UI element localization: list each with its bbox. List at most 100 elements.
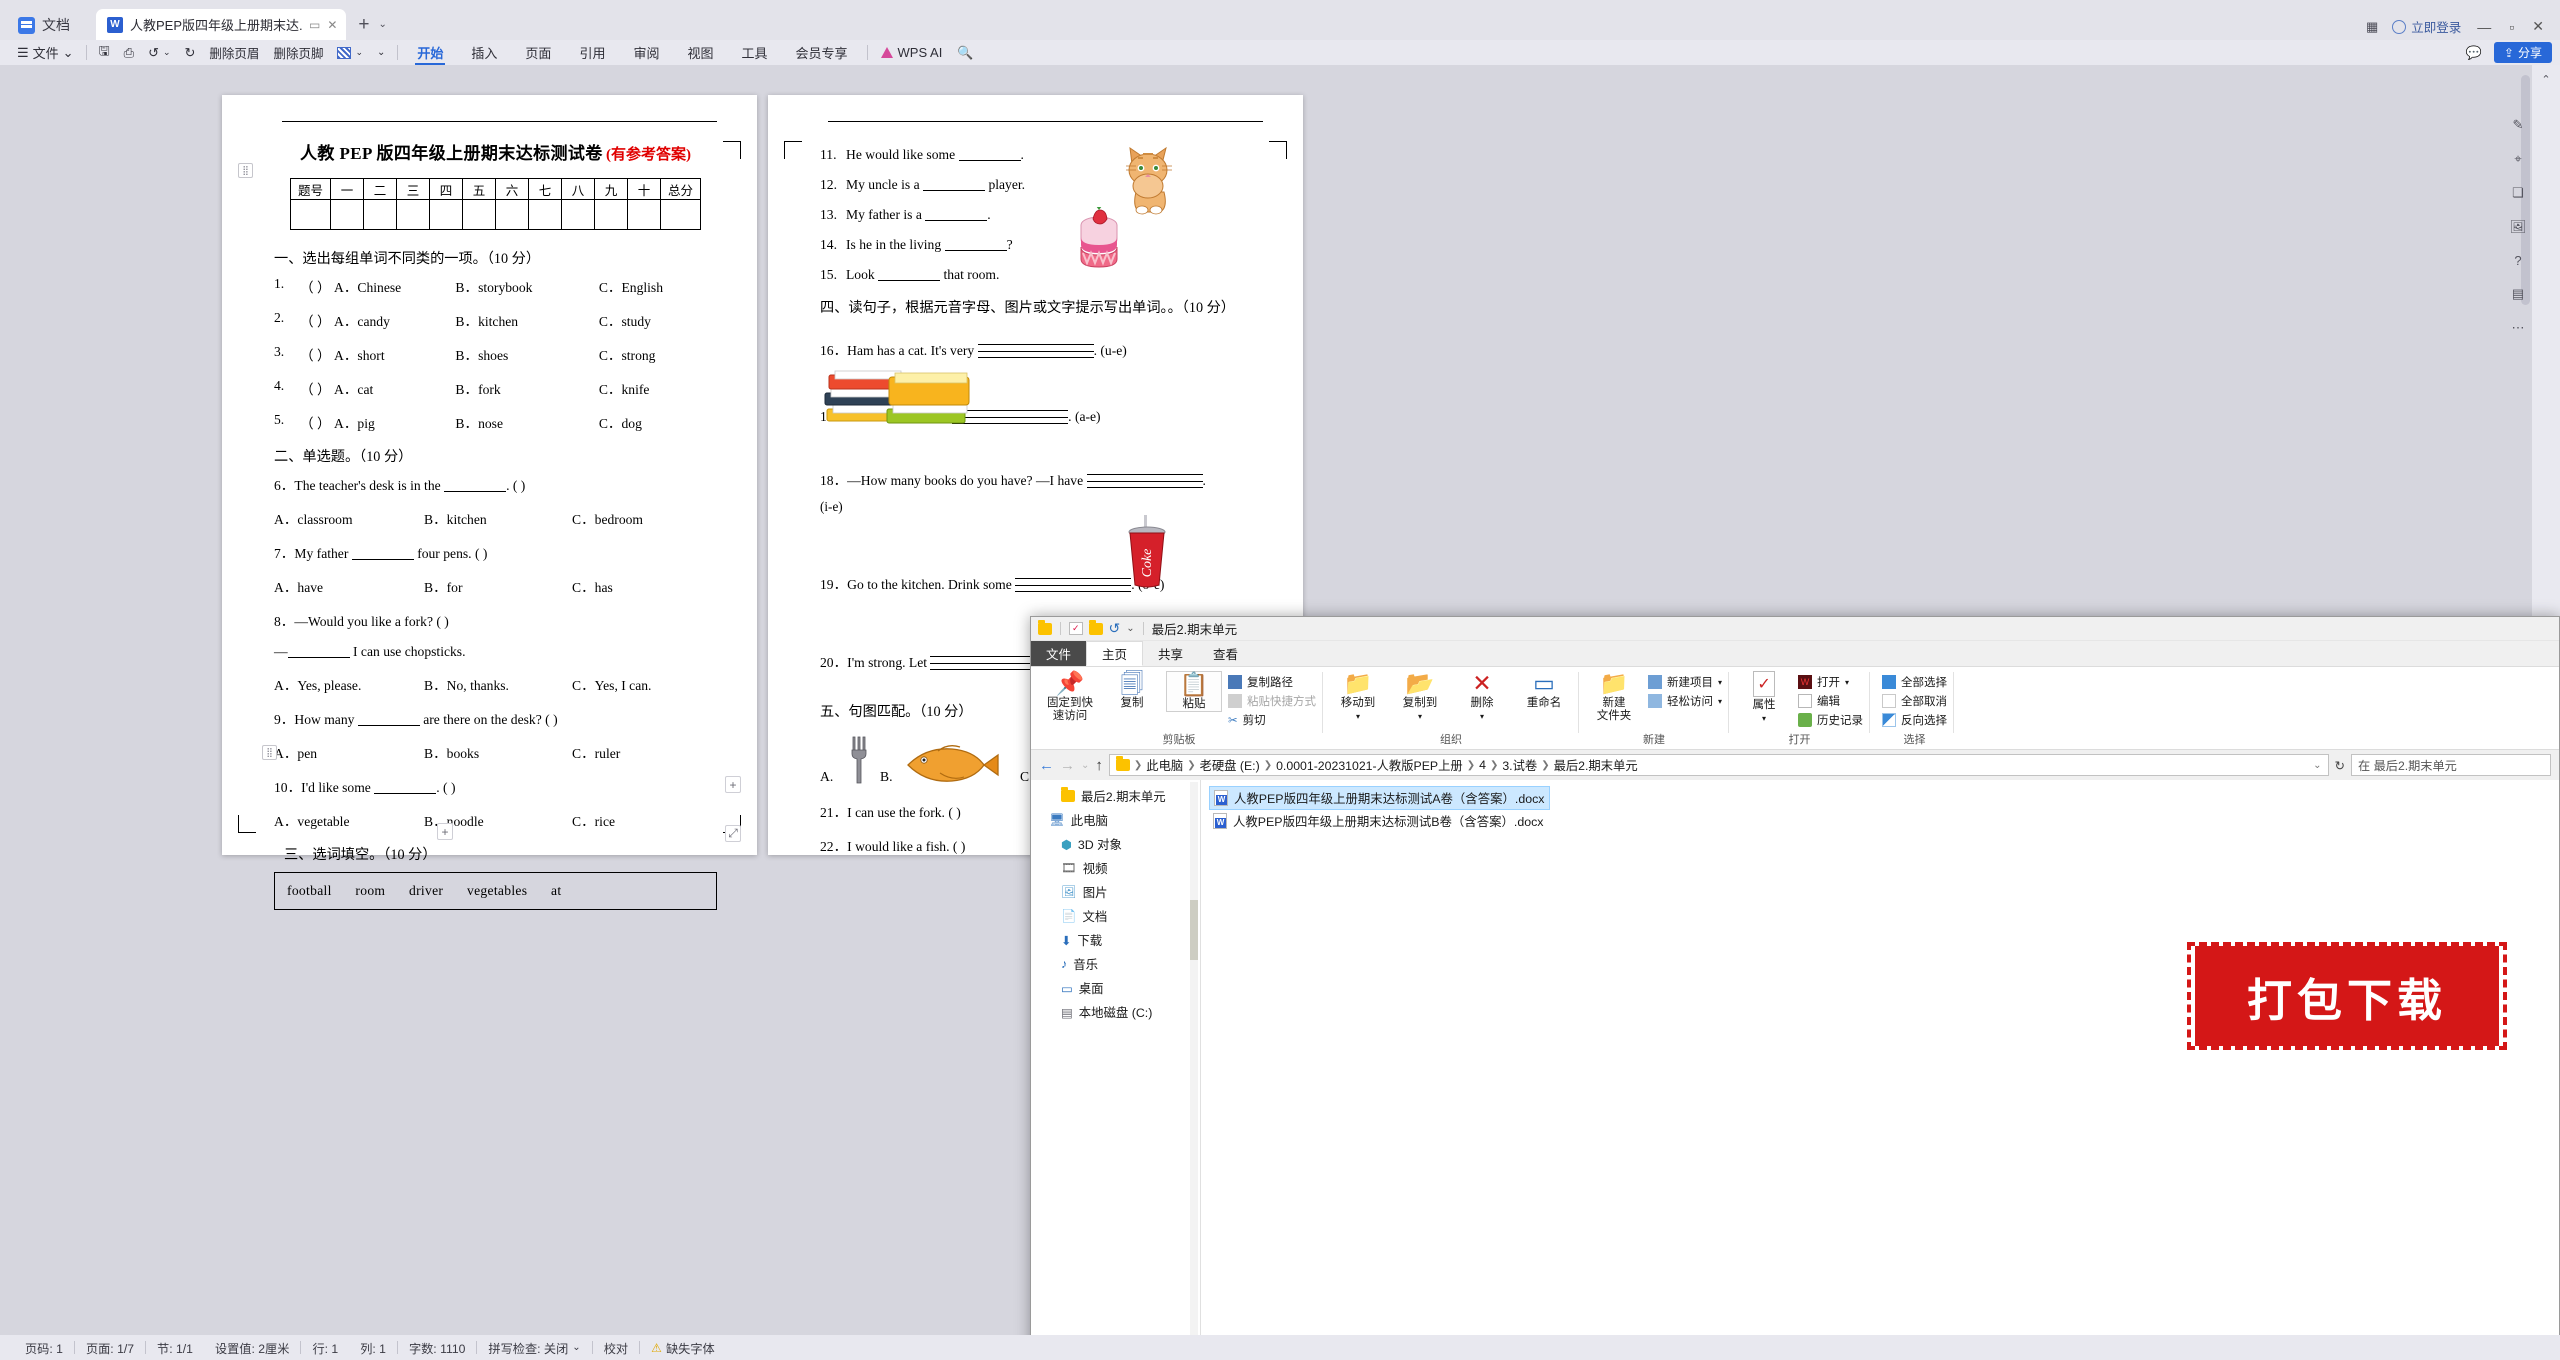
cursor-tool-icon[interactable]: ⌖ [2514, 151, 2521, 167]
fill-blank[interactable] [958, 160, 1021, 161]
delete-chevron-icon[interactable]: ▾ [1480, 712, 1484, 721]
score-cell[interactable] [330, 199, 364, 230]
score-cell[interactable] [528, 199, 562, 230]
comment-icon[interactable]: 💬 [2466, 45, 2482, 61]
ribbon-more-button[interactable]: ⌄ [370, 42, 392, 64]
save-button[interactable]: 🖫 [92, 42, 117, 64]
add-row-button[interactable]: + [437, 823, 453, 840]
status-spellcheck[interactable]: 拼写检查: 关闭 ⌄ [477, 1339, 591, 1357]
fill-blank[interactable] [923, 190, 986, 191]
score-cell[interactable] [462, 199, 496, 230]
login-button[interactable]: 立即登录 [2392, 17, 2461, 36]
tab-close-icon[interactable]: ✕ [327, 18, 337, 32]
status-section[interactable]: 节: 1/1 [146, 1339, 204, 1357]
close-button[interactable]: ✕ [2530, 18, 2546, 35]
select-all-button[interactable]: 全部选择 [1882, 674, 1947, 690]
fill-blank[interactable] [925, 220, 988, 221]
status-setting-value[interactable]: 设置值: 2厘米 [204, 1339, 301, 1357]
address-dropdown-icon[interactable]: ⌄ [2313, 760, 2321, 771]
status-column[interactable]: 列: 1 [349, 1339, 397, 1357]
forward-button[interactable]: → [1060, 757, 1075, 774]
new-tab-button[interactable]: + [358, 15, 369, 34]
answer-paren[interactable]: （ ） [300, 382, 331, 397]
easy-access-chevron-icon[interactable]: ▾ [1718, 697, 1722, 706]
status-line[interactable]: 行: 1 [301, 1339, 349, 1357]
status-word-count[interactable]: 字数: 1110 [398, 1339, 476, 1357]
add-column-button[interactable]: + [725, 776, 741, 793]
print-button[interactable]: ⎙ [117, 42, 141, 64]
status-proofread[interactable]: 校对 [593, 1339, 639, 1357]
document-tab[interactable]: W 人教PEP版四年级上册期末达... ▭ ✕ [96, 9, 347, 40]
file-explorer-window[interactable]: ✓ ↺ ⌄ 最后2.期末单元 文件 主页 共享 查看 📌 固定到快 速访问 🗐 … [1030, 616, 2560, 1335]
rename-button[interactable]: ▭ 重命名 [1516, 671, 1572, 710]
fill-blank-long[interactable] [977, 344, 1094, 358]
fill-blank-long[interactable] [1086, 474, 1203, 488]
nav-item-this-pc[interactable]: 🖥 此电脑 [1031, 808, 1200, 832]
score-table-blank-row[interactable] [290, 199, 701, 230]
collapse-panel-icon[interactable]: ⌃ [2541, 73, 2550, 86]
delete-button[interactable]: ✕ 删除 ▾ [1454, 671, 1510, 721]
score-cell[interactable] [561, 199, 595, 230]
spellcheck-chevron-icon[interactable]: ⌄ [572, 1342, 580, 1353]
answer-paren[interactable]: （ ） [300, 280, 331, 295]
file-list-pane[interactable]: 人教PEP版四年级上册期末达标测试A卷（含答案）.docx 人教PEP版四年级上… [1201, 780, 2559, 1335]
score-cell[interactable] [396, 199, 430, 230]
share-button[interactable]: ⇪ 分享 [2493, 42, 2552, 63]
watermark-button[interactable]: ⌄ [330, 42, 370, 64]
back-button[interactable]: ← [1039, 757, 1054, 774]
tab-view[interactable]: 视图 [673, 41, 727, 65]
invert-selection-button[interactable]: 反向选择 [1882, 712, 1947, 728]
tab-start[interactable]: 开始 [403, 41, 457, 65]
document-page-1[interactable]: ⣿ 人教 PEP 版四年级上册期末达标测试卷 (有参考答案) 题号 一 二 三 … [222, 95, 757, 910]
edit-tool-icon[interactable]: ✎ [2513, 117, 2524, 133]
fill-blank[interactable] [878, 280, 941, 281]
fill-blank[interactable] [351, 559, 414, 560]
refresh-icon[interactable]: ↻ [2335, 758, 2345, 773]
answer-paren[interactable]: （ ） [300, 314, 331, 329]
explorer-tab-home[interactable]: 主页 [1086, 641, 1144, 666]
breadcrumb-segment[interactable]: 此电脑 [1146, 756, 1183, 774]
paste-shortcut-button[interactable]: 粘贴快捷方式 [1228, 693, 1316, 709]
status-page-count[interactable]: 页面: 1/7 [75, 1339, 145, 1357]
move-to-button[interactable]: 📁 移动到 ▾ [1330, 671, 1386, 721]
fill-blank-long[interactable] [1015, 578, 1132, 592]
score-cell[interactable] [627, 199, 661, 230]
fill-blank[interactable] [287, 657, 350, 658]
paragraph-handle-title[interactable]: ⣿ [238, 163, 253, 178]
undo-chevron-icon[interactable]: ⌄ [163, 47, 171, 58]
nav-scrollbar-track[interactable] [1190, 782, 1198, 1335]
score-cell[interactable] [363, 199, 397, 230]
properties-chevron-icon[interactable]: ▾ [1762, 714, 1766, 723]
wps-ai-button[interactable]: WPS AI [873, 45, 951, 60]
up-button[interactable]: ↑ [1095, 757, 1103, 774]
fill-blank[interactable] [374, 793, 437, 794]
score-cell[interactable] [495, 199, 529, 230]
breadcrumb-segment[interactable]: 老硬盘 (E:) [1200, 756, 1260, 774]
app-grid-icon[interactable]: ▦ [2366, 19, 2378, 35]
paste-button[interactable]: 📋 粘贴 [1166, 671, 1222, 713]
fill-blank[interactable] [444, 491, 507, 492]
properties-button[interactable]: ✓ 属性 ▾ [1736, 671, 1792, 723]
pin-to-quick-access-button[interactable]: 📌 固定到快 速访问 [1042, 671, 1098, 723]
explorer-tab-file[interactable]: 文件 [1031, 641, 1087, 666]
deselect-all-button[interactable]: 全部取消 [1882, 693, 1947, 709]
explorer-tab-share[interactable]: 共享 [1143, 641, 1198, 666]
new-folder-button[interactable]: 📁 新建 文件夹 [1586, 671, 1642, 723]
undo-icon[interactable]: ↺ [1109, 620, 1121, 637]
maximize-button[interactable]: ▫ [2507, 19, 2516, 35]
comment-tool-icon[interactable]: ❏ [2512, 185, 2524, 201]
tab-list-chevron-icon[interactable]: ⌄ [379, 19, 387, 30]
move-to-chevron-icon[interactable]: ▾ [1356, 712, 1360, 721]
app-doc-badge[interactable]: 文档 [0, 10, 96, 40]
status-missing-font[interactable]: ⚠ 缺失字体 [640, 1339, 726, 1357]
recent-locations-chevron-icon[interactable]: ⌄ [1081, 760, 1089, 771]
breadcrumb-segment[interactable]: 3.试卷 [1502, 756, 1537, 774]
nav-item-pictures[interactable]: 🖼 图片 [1031, 880, 1200, 904]
explorer-tab-view[interactable]: 查看 [1198, 641, 1253, 666]
status-page-number[interactable]: 页码: 1 [14, 1339, 74, 1357]
score-cell[interactable] [290, 199, 331, 230]
delete-header-button[interactable]: 删除页眉 [202, 42, 266, 64]
tab-tools[interactable]: 工具 [727, 41, 781, 65]
resize-table-handle[interactable]: ⤢ [725, 825, 741, 842]
tab-preview-icon[interactable]: ▭ [309, 18, 320, 32]
